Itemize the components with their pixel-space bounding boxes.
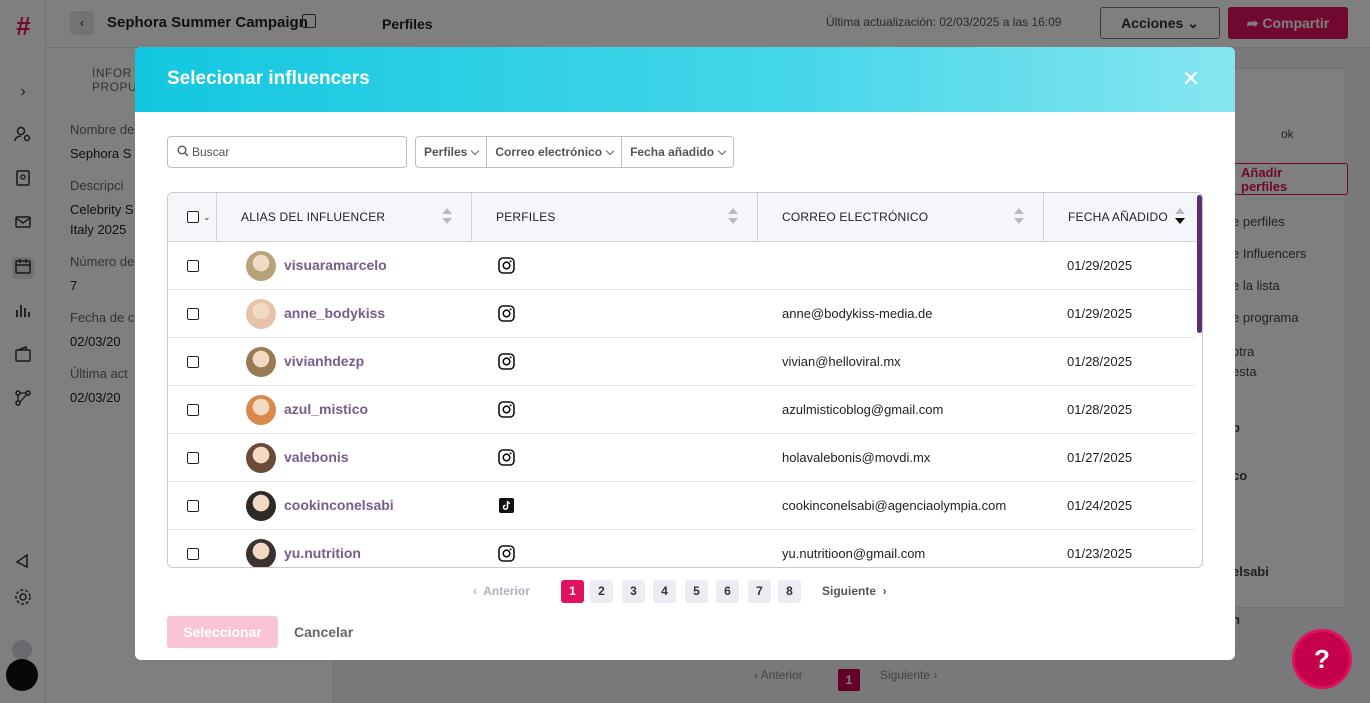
search-box[interactable] (167, 136, 407, 168)
pagination-page[interactable]: 5 (685, 580, 708, 603)
filter-date[interactable]: Fecha añadido (622, 137, 733, 167)
instagram-icon[interactable] (498, 401, 515, 418)
filter-label: Perfiles (424, 145, 468, 159)
date-added: 01/24/2025 (1067, 498, 1133, 513)
filter-label: Correo electrónico (495, 145, 603, 159)
influencer-alias[interactable]: anne_bodykiss (284, 290, 385, 337)
chevron-down-icon (471, 146, 480, 155)
instagram-icon[interactable] (498, 449, 515, 466)
influencer-alias[interactable]: vivianhdezp (284, 338, 364, 385)
row-checkbox[interactable] (187, 452, 199, 464)
header-date[interactable]: FECHA AÑADIDO (1044, 193, 1202, 242)
influencers-table: ⌄ ALIAS DEL INFLUENCER PERFILES CORREO E… (167, 192, 1203, 568)
pagination-page[interactable]: 2 (590, 580, 613, 603)
pagination-page[interactable]: 6 (716, 580, 739, 603)
header-date-label: FECHA AÑADIDO (1068, 210, 1168, 224)
select-influencers-modal: Selecionar influencers ✕ Perfiles Correo… (135, 47, 1235, 660)
pagination-next[interactable]: Siguiente › (822, 584, 887, 598)
row-checkbox[interactable] (187, 260, 199, 272)
influencer-alias[interactable]: valebonis (284, 434, 349, 481)
pagination-page[interactable]: 7 (748, 580, 771, 603)
influencer-email: yu.nutritioon@gmail.com (782, 546, 926, 561)
close-icon[interactable]: ✕ (1179, 67, 1203, 91)
search-icon (177, 145, 189, 157)
table-row[interactable]: visuaramarcelo 01/29/2025 (168, 242, 1195, 290)
header-profiles[interactable]: PERFILES (472, 193, 758, 242)
date-added: 01/27/2025 (1067, 450, 1133, 465)
header-alias[interactable]: ALIAS DEL INFLUENCER (217, 193, 472, 242)
header-alias-label: ALIAS DEL INFLUENCER (241, 210, 386, 224)
tiktok-icon[interactable] (498, 497, 515, 514)
header-profiles-label: PERFILES (496, 210, 556, 224)
table-row[interactable]: yu.nutrition yu.nutritioon@gmail.com 01/23… (168, 530, 1195, 567)
chevron-down-icon[interactable]: ⌄ (203, 193, 211, 242)
date-added: 01/23/2025 (1067, 546, 1133, 561)
avatar (246, 299, 276, 329)
instagram-icon[interactable] (498, 305, 515, 322)
sort-desc-icon[interactable] (1175, 208, 1185, 226)
pagination-page[interactable]: 3 (622, 580, 645, 603)
influencer-email: anne@bodykiss-media.de (782, 306, 933, 321)
date-added: 01/28/2025 (1067, 354, 1133, 369)
pagination-prev[interactable]: ‹ Anterior (473, 584, 530, 598)
row-checkbox[interactable] (187, 404, 199, 416)
avatar (246, 443, 276, 473)
date-added: 01/29/2025 (1067, 306, 1133, 321)
chevron-down-icon (605, 146, 615, 155)
chevron-down-icon (717, 146, 727, 155)
influencer-email: azulmisticoblog@gmail.com (782, 402, 944, 417)
influencer-alias[interactable]: azul_mistico (284, 386, 368, 433)
influencer-alias[interactable]: cookinconelsabi (284, 482, 394, 529)
pagination-page[interactable]: 1 (561, 580, 584, 603)
pagination: ‹ Anterior 12345678 Siguiente › (135, 580, 1235, 604)
date-added: 01/29/2025 (1067, 258, 1133, 273)
header-email[interactable]: CORREO ELECTRÓNICO (758, 193, 1044, 242)
filter-email[interactable]: Correo electrónico (487, 137, 623, 167)
pagination-page[interactable]: 4 (653, 580, 676, 603)
row-checkbox[interactable] (187, 356, 199, 368)
instagram-icon[interactable] (498, 545, 515, 562)
select-all-checkbox[interactable] (187, 211, 199, 223)
row-checkbox[interactable] (187, 548, 199, 560)
table-header: ⌄ ALIAS DEL INFLUENCER PERFILES CORREO E… (168, 193, 1202, 242)
filter-group: Perfiles Correo electrónico Fecha añadid… (415, 136, 735, 168)
avatar (246, 539, 276, 567)
influencer-email: holavalebonis@movdi.mx (782, 450, 931, 465)
table-row[interactable]: vivianhdezp vivian@helloviral.mx 01/28/202… (168, 338, 1195, 386)
sort-icon[interactable] (728, 208, 738, 226)
avatar (246, 347, 276, 377)
table-row[interactable]: cookinconelsabi cookinconelsabi@agenciaol… (168, 482, 1195, 530)
filter-label: Fecha añadido (630, 145, 715, 159)
sort-icon[interactable] (442, 208, 452, 226)
table-row[interactable]: valebonis holavalebonis@movdi.mx 01/27/202… (168, 434, 1195, 482)
influencer-alias[interactable]: yu.nutrition (284, 530, 361, 567)
modal-title: Selecionar influencers (167, 68, 370, 89)
pagination-prev-label: Anterior (483, 584, 530, 598)
header-email-label: CORREO ELECTRÓNICO (782, 210, 929, 224)
search-input[interactable] (192, 137, 402, 167)
select-button[interactable]: Seleccionar (167, 616, 278, 648)
scrollbar-thumb[interactable] (1197, 195, 1202, 333)
modal-header: Selecionar influencers ✕ (135, 47, 1235, 112)
instagram-icon[interactable] (498, 257, 515, 274)
avatar (246, 395, 276, 425)
date-added: 01/28/2025 (1067, 402, 1133, 417)
instagram-icon[interactable] (498, 353, 515, 370)
filter-perfiles[interactable]: Perfiles (416, 137, 488, 167)
influencer-email: cookinconelsabi@agenciaolympia.com (782, 498, 1007, 513)
pagination-page[interactable]: 8 (778, 580, 801, 603)
pagination-next-label: Siguiente (822, 584, 877, 598)
row-checkbox[interactable] (187, 500, 199, 512)
influencer-alias[interactable]: visuaramarcelo (284, 242, 387, 289)
table-row[interactable]: anne_bodykiss anne@bodykiss-media.de 01/29… (168, 290, 1195, 338)
avatar (246, 251, 276, 281)
select-all-cell: ⌄ (168, 193, 217, 242)
sort-icon[interactable] (1014, 208, 1024, 226)
table-row[interactable]: azul_mistico azulmisticoblog@gmail.com 01/… (168, 386, 1195, 434)
row-checkbox[interactable] (187, 308, 199, 320)
influencer-email: vivian@helloviral.mx (782, 354, 901, 369)
help-chat-icon[interactable]: ? (1292, 629, 1352, 689)
cancel-button[interactable]: Cancelar (294, 616, 353, 648)
avatar (246, 491, 276, 521)
